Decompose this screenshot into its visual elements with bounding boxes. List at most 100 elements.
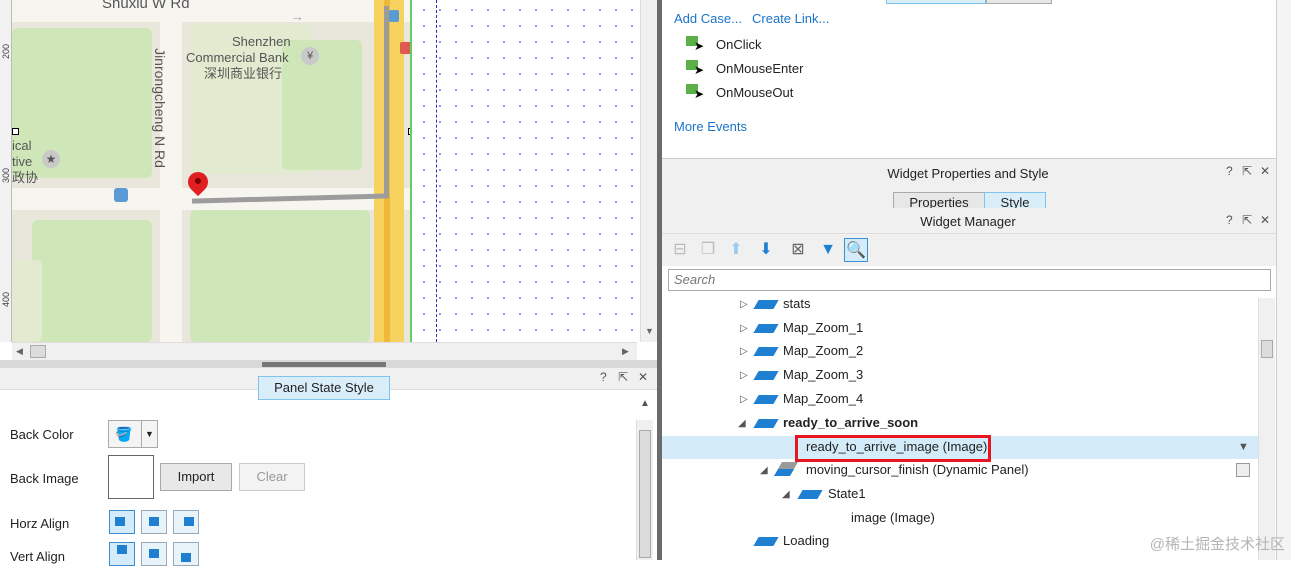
- tree-item-map-zoom-1[interactable]: ▷ Map_Zoom_1: [662, 317, 1258, 340]
- close-icon[interactable]: ✕: [1260, 164, 1270, 178]
- widget-folder-icon: [753, 300, 779, 309]
- page-guide: [436, 0, 437, 342]
- tree-item-map-zoom-4[interactable]: ▷ Map_Zoom_4: [662, 388, 1258, 411]
- widget-search-input[interactable]: Search: [668, 269, 1271, 291]
- vert-align-label: Vert Align: [10, 549, 65, 564]
- scroll-left-icon[interactable]: ◀: [16, 346, 23, 357]
- design-canvas[interactable]: 200 300 400 Shuxiu W Rd Jinrongcheng N R…: [0, 0, 662, 364]
- widget-manager-pane: Widget Manager ? ⇱ ✕ ⊟ ❐ ⬆ ⬇ ⊠ ▼ 🔍 Searc…: [662, 208, 1280, 560]
- more-events-link[interactable]: More Events: [674, 119, 747, 134]
- tree-item-label: Map_Zoom_1: [783, 320, 864, 335]
- import-button[interactable]: Import: [160, 463, 232, 491]
- tree-item-map-zoom-2[interactable]: ▷ Map_Zoom_2: [662, 340, 1258, 363]
- align-center-button[interactable]: [141, 510, 167, 534]
- expand-icon[interactable]: ▷: [740, 323, 748, 334]
- align-bottom-button[interactable]: [173, 542, 199, 566]
- canvas-grid: [412, 0, 640, 342]
- scroll-thumb[interactable]: [639, 430, 651, 558]
- street-label: Shuxiu W Rd: [102, 0, 190, 12]
- canvas-vertical-scrollbar[interactable]: ▼: [640, 0, 657, 342]
- copy-icon[interactable]: ❐: [696, 238, 720, 262]
- close-icon[interactable]: ✕: [1260, 213, 1270, 227]
- tree-item-label: Map_Zoom_4: [783, 391, 864, 406]
- align-right-button[interactable]: [173, 510, 199, 534]
- scroll-down-icon[interactable]: ▼: [645, 326, 654, 336]
- expand-icon[interactable]: ▷: [740, 299, 748, 310]
- back-image-label: Back Image: [10, 471, 79, 486]
- tree-item-label: State1: [828, 486, 866, 501]
- add-case-link[interactable]: Add Case...: [674, 11, 742, 26]
- panel-state-style-pane: ? ⇱ ✕ Panel State Style ▲ Back Color 🪣 ▼…: [0, 368, 657, 566]
- event-cursor-icon: ➤: [686, 36, 706, 54]
- tree-scrollbar[interactable]: [1258, 298, 1275, 560]
- widget-folder-icon: [753, 537, 779, 546]
- expand-icon[interactable]: ▷: [740, 394, 748, 405]
- bus-stop-icon: [114, 188, 128, 202]
- help-icon[interactable]: ?: [1226, 164, 1233, 178]
- resize-handle[interactable]: [12, 128, 19, 135]
- move-down-icon[interactable]: ⬇: [754, 238, 778, 262]
- paint-bucket-icon: 🪣: [115, 426, 133, 442]
- pin-icon[interactable]: ⇱: [1242, 213, 1252, 227]
- align-left-button[interactable]: [109, 510, 135, 534]
- horizontal-splitter[interactable]: [0, 360, 662, 368]
- tab-stub[interactable]: [886, 0, 986, 4]
- align-middle-button[interactable]: [141, 542, 167, 566]
- scroll-up-icon[interactable]: ▲: [640, 398, 650, 409]
- pane-header: Widget Manager ? ⇱ ✕: [662, 208, 1280, 234]
- tree-item-stats[interactable]: ▷ stats: [662, 293, 1258, 316]
- poi-label: Commercial Bank: [186, 50, 289, 65]
- ruler-mark: 300: [1, 167, 11, 183]
- chevron-down-icon[interactable]: ▼: [141, 421, 157, 447]
- tree-item-map-zoom-3[interactable]: ▷ Map_Zoom_3: [662, 364, 1258, 387]
- scroll-thumb[interactable]: [30, 345, 46, 358]
- pane-scrollbar[interactable]: [636, 420, 653, 560]
- canvas-horizontal-scrollbar[interactable]: ◀ ▶: [12, 342, 637, 360]
- ruler-mark: 400: [1, 291, 11, 307]
- collapse-icon[interactable]: ◢: [782, 489, 790, 500]
- pin-icon[interactable]: ⇱: [618, 370, 628, 384]
- tab-stub[interactable]: [986, 0, 1052, 4]
- poi-label: 政协: [12, 170, 39, 185]
- close-icon[interactable]: ✕: [638, 370, 648, 384]
- bus-stop-icon: [389, 10, 399, 22]
- visibility-toggle[interactable]: [1236, 463, 1250, 477]
- tree-item-moving-cursor-finish[interactable]: ◢ moving_cursor_finish (Dynamic Panel): [662, 459, 1258, 482]
- pane-title: Widget Properties and Style: [887, 166, 1049, 181]
- add-folder-icon[interactable]: ⊟: [668, 238, 692, 262]
- direction-arrow-icon: →: [290, 8, 304, 24]
- tree-item-label: ready_to_arrive_soon: [783, 415, 919, 430]
- expand-icon[interactable]: ▷: [740, 346, 748, 357]
- create-link-link[interactable]: Create Link...: [752, 11, 829, 26]
- star-icon: ★: [42, 150, 60, 168]
- tree-item-label: Map_Zoom_2: [783, 343, 864, 358]
- scroll-thumb[interactable]: [1261, 340, 1273, 358]
- back-color-picker[interactable]: 🪣 ▼: [108, 420, 158, 448]
- widget-folder-icon: [753, 395, 779, 404]
- chevron-down-icon[interactable]: ▼: [1238, 441, 1249, 453]
- help-icon[interactable]: ?: [600, 370, 607, 384]
- tree-item-state1[interactable]: ◢ State1: [662, 483, 1258, 506]
- delete-icon[interactable]: ⊠: [786, 238, 810, 262]
- align-top-button[interactable]: [109, 542, 135, 566]
- clear-button[interactable]: Clear: [239, 463, 305, 491]
- collapse-icon[interactable]: ◢: [760, 465, 768, 476]
- splitter-grip[interactable]: [262, 362, 386, 367]
- move-up-icon[interactable]: ⬆: [724, 238, 748, 262]
- map-image[interactable]: Shuxiu W Rd Jinrongcheng N Rd Shenzhen C…: [12, 0, 412, 342]
- expand-icon[interactable]: ▷: [740, 370, 748, 381]
- pin-icon[interactable]: ⇱: [1242, 164, 1252, 178]
- collapse-icon[interactable]: ◢: [738, 418, 746, 429]
- poi-label: Shenzhen: [232, 34, 291, 49]
- tab-panel-state-style[interactable]: Panel State Style: [258, 376, 390, 400]
- widget-folder-icon: [753, 347, 779, 356]
- tree-item-image[interactable]: image (Image): [662, 507, 1258, 530]
- search-icon[interactable]: 🔍: [844, 238, 868, 262]
- state-icon: [797, 490, 823, 499]
- street-label: Jinrongcheng N Rd: [151, 48, 168, 168]
- filter-icon[interactable]: ▼: [816, 238, 840, 262]
- event-cursor-icon: ➤: [686, 60, 706, 78]
- scroll-right-icon[interactable]: ▶: [622, 346, 629, 357]
- tree-item-ready-to-arrive-soon[interactable]: ◢ ready_to_arrive_soon: [662, 412, 1258, 435]
- help-icon[interactable]: ?: [1226, 213, 1233, 227]
